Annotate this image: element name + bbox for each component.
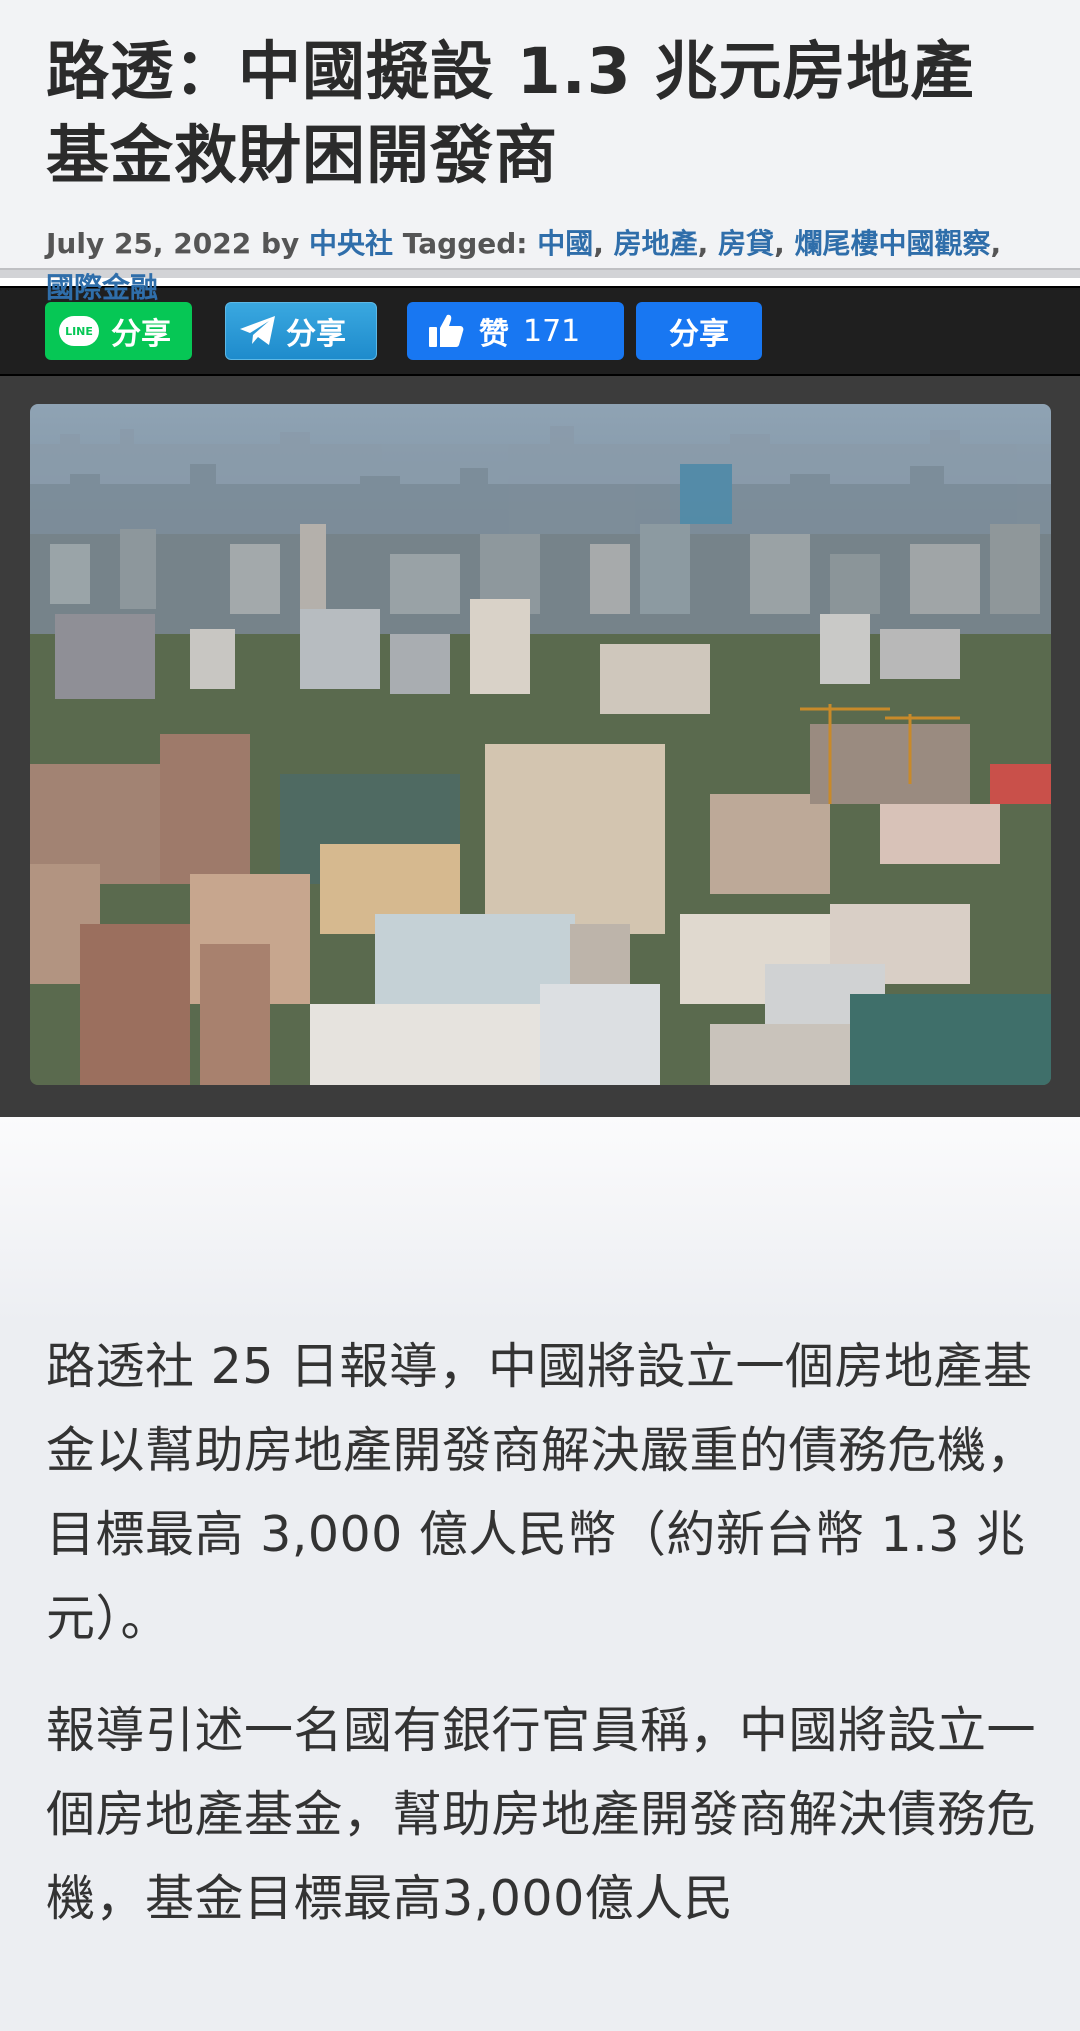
article-header: 路透：中國擬設 1.3 兆元房地產基金救財困開發商 July 25, 2022 … xyxy=(0,0,1080,304)
share-bar: LINE 分享 分享 赞 171 分享 xyxy=(0,286,1080,376)
article-paragraph: 路透社 25 日報導，中國將設立一個房地產基金以幫助房地產開發商解決嚴重的債務危… xyxy=(46,1338,1037,1647)
thumbs-up-icon xyxy=(429,314,464,347)
tag-link[interactable]: 房地產 xyxy=(614,227,698,260)
tag-link[interactable]: 爛尾樓中國觀察 xyxy=(794,227,990,260)
telegram-icon xyxy=(240,316,275,345)
line-share-button[interactable]: LINE 分享 xyxy=(45,302,192,360)
facebook-share-label: 分享 xyxy=(669,317,729,352)
featured-image-container xyxy=(0,376,1080,1117)
article-paragraph: 報導引述一名國有銀行官員稱，中國將設立一個房地產基金，幫助房地產開發商解決債務危… xyxy=(46,1702,1037,1927)
telegram-share-label: 分享 xyxy=(286,317,346,352)
author-link[interactable]: 中央社 xyxy=(309,227,393,260)
article-body: 路透社 25 日報導，中國將設立一個房地產基金以幫助房地產開發商解決嚴重的債務危… xyxy=(0,1325,1080,1941)
by-label: by xyxy=(260,227,300,260)
line-share-label: 分享 xyxy=(111,317,171,352)
featured-image xyxy=(30,404,1051,1085)
tagged-label: Tagged: xyxy=(402,227,528,260)
content-spacer xyxy=(0,1117,1080,1325)
tag-link[interactable]: 中國 xyxy=(537,227,593,260)
tag-link[interactable]: 國際金融 xyxy=(46,271,158,304)
divider xyxy=(0,268,1080,278)
like-count: 171 xyxy=(523,313,581,349)
facebook-like-button[interactable]: 赞 171 xyxy=(407,302,624,360)
like-label: 赞 xyxy=(479,317,509,352)
post-date: July 25, 2022 xyxy=(46,227,252,260)
divider-gap xyxy=(0,278,1080,286)
facebook-share-button[interactable]: 分享 xyxy=(636,302,762,360)
line-icon: LINE xyxy=(59,316,99,346)
article-title: 路透：中國擬設 1.3 兆元房地產基金救財困開發商 xyxy=(46,35,975,192)
telegram-share-button[interactable]: 分享 xyxy=(225,302,377,360)
city-skyline-image xyxy=(30,404,1051,1085)
tag-link[interactable]: 房貸 xyxy=(718,227,774,260)
